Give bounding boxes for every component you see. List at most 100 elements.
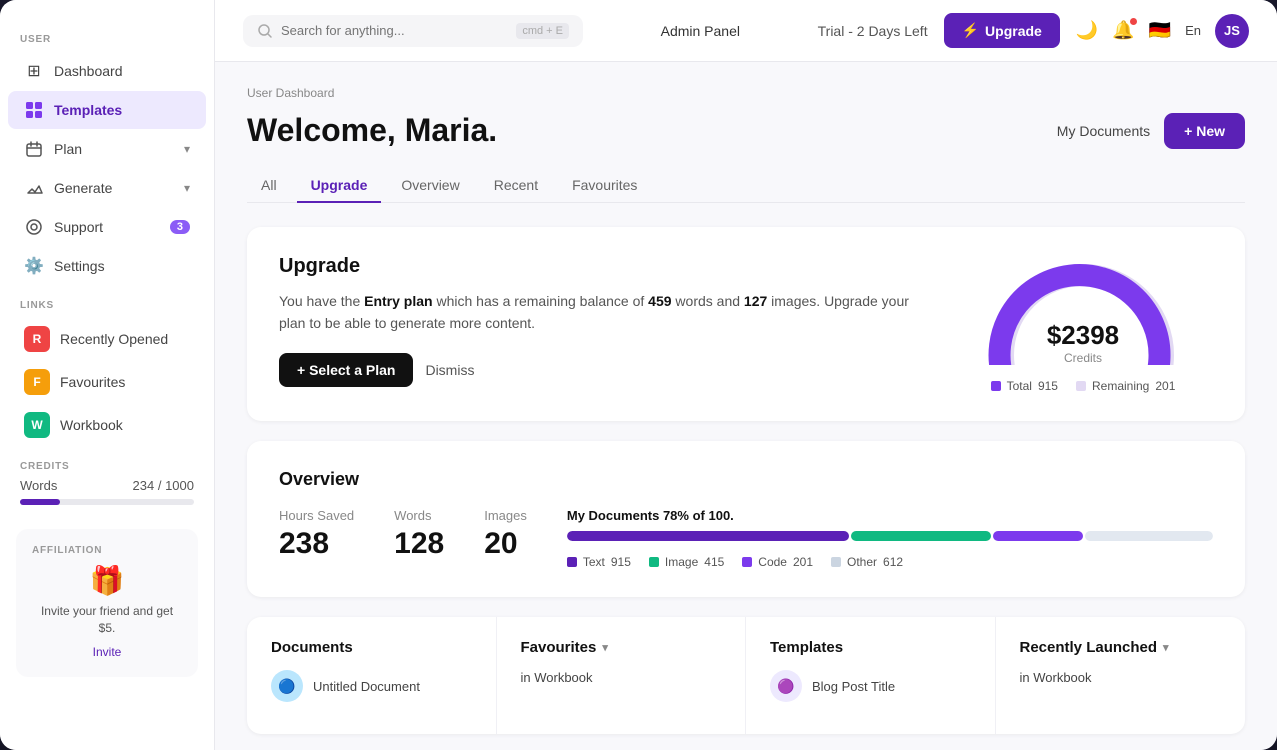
donut-credits-label: Credits: [1047, 351, 1119, 365]
favourite-sub: in Workbook: [521, 670, 593, 685]
bar-text-segment: [567, 531, 849, 541]
sidebar-section-links: LINKS R Recently Opened F Favourites W W…: [0, 286, 214, 447]
other-label: Other: [847, 555, 877, 569]
favourites-avatar: F: [24, 369, 50, 395]
document-info: Untitled Document: [313, 679, 420, 694]
header-actions: 🌙 🔔 🇩🇪 En JS: [1076, 14, 1249, 48]
images-count-text: 127: [744, 293, 767, 309]
overview-docs: My Documents 78% of 100.: [567, 508, 1213, 569]
sidebar-item-label-generate: Generate: [54, 180, 112, 196]
image-label: Image: [665, 555, 698, 569]
recently-launched-sub: in Workbook: [1020, 670, 1092, 685]
tab-overview[interactable]: Overview: [387, 169, 473, 203]
affiliation-box: AFFILIATION 🎁 Invite your friend and get…: [16, 529, 198, 677]
sidebar-item-label-settings: Settings: [54, 258, 105, 274]
sidebar-item-label-plan: Plan: [54, 141, 82, 157]
sidebar-item-support[interactable]: Support 3: [8, 208, 206, 246]
sidebar-item-templates[interactable]: Templates: [8, 91, 206, 129]
legend-image: Image 415: [649, 555, 724, 569]
stat-images-value: 20: [484, 527, 527, 561]
words-count-text: 459: [648, 293, 671, 309]
code-label: Code: [758, 555, 787, 569]
upgrade-header-button[interactable]: ⚡ Upgrade: [944, 13, 1060, 48]
legend-code: Code 201: [742, 555, 813, 569]
lightning-icon: ⚡: [962, 22, 979, 39]
legend-total: Total 915: [991, 379, 1058, 393]
new-button[interactable]: + New: [1164, 113, 1245, 149]
my-documents-link[interactable]: My Documents: [1057, 123, 1150, 139]
invite-button[interactable]: Invite: [93, 645, 122, 659]
upgrade-left: Upgrade You have the Entry plan which ha…: [279, 255, 921, 387]
legend-remaining-dot: [1076, 381, 1086, 391]
sidebar-item-settings[interactable]: ⚙️ Settings: [8, 247, 206, 285]
favourite-item: in Workbook: [521, 670, 722, 685]
chart-legend: Total 915 Remaining 201: [991, 379, 1176, 393]
stat-images: Images 20: [484, 508, 527, 561]
legend-total-value: 915: [1038, 379, 1058, 393]
user-avatar[interactable]: JS: [1215, 14, 1249, 48]
affiliation-text: Invite your friend and get $5.: [32, 603, 182, 637]
sidebar-link-workbook[interactable]: W Workbook: [8, 404, 206, 446]
recently-launched-item: in Workbook: [1020, 670, 1222, 685]
tab-recent[interactable]: Recent: [480, 169, 552, 203]
template-info: Blog Post Title: [812, 679, 895, 694]
sidebar-link-favourites[interactable]: F Favourites: [8, 361, 206, 403]
legend-total-dot: [991, 381, 1001, 391]
header-center: Admin Panel: [599, 23, 802, 39]
text-value: 915: [611, 555, 631, 569]
donut-amount: $2398: [1047, 320, 1119, 351]
docs-label-text: My Documents: [567, 508, 659, 523]
document-avatar: 🔵: [271, 670, 303, 702]
legend-remaining-label: Remaining: [1092, 379, 1149, 393]
bottom-section: Documents 🔵 Untitled Document Favourites…: [247, 617, 1245, 734]
docs-of-text: of 100.: [693, 508, 734, 523]
bell-icon[interactable]: 🔔: [1112, 20, 1134, 41]
tab-favourites[interactable]: Favourites: [558, 169, 651, 203]
workbook-label: Workbook: [60, 417, 123, 433]
tab-all[interactable]: All: [247, 169, 291, 203]
docs-bar-label: My Documents 78% of 100.: [567, 508, 1213, 523]
bottom-col-documents: Documents 🔵 Untitled Document: [247, 617, 497, 734]
template-title: Blog Post Title: [812, 679, 895, 694]
select-plan-button[interactable]: + Select a Plan: [279, 353, 413, 387]
legend-remaining-value: 201: [1155, 379, 1175, 393]
content-area: User Dashboard Welcome, Maria. My Docume…: [215, 62, 1277, 750]
bar-image-segment: [851, 531, 992, 541]
search-shortcut: cmd + E: [516, 23, 569, 39]
trial-label: Trial - 2 Days Left: [818, 23, 928, 39]
legend-remaining: Remaining 201: [1076, 379, 1175, 393]
sidebar-section-label-user: USER: [0, 20, 214, 51]
sidebar-item-plan[interactable]: Plan ▾: [8, 130, 206, 168]
sidebar-link-recently-opened[interactable]: R Recently Opened: [8, 318, 206, 360]
tab-upgrade[interactable]: Upgrade: [297, 169, 382, 203]
document-title: Untitled Document: [313, 679, 420, 694]
overview-content: Hours Saved 238 Words 128 Images 20: [279, 508, 1213, 569]
upgrade-actions: + Select a Plan Dismiss: [279, 353, 921, 387]
affiliation-label: AFFILIATION: [32, 545, 182, 564]
upgrade-card-inner: Upgrade You have the Entry plan which ha…: [279, 255, 1213, 393]
search-input[interactable]: [281, 23, 508, 38]
stat-words-label: Words: [394, 508, 444, 523]
overview-stats: Hours Saved 238 Words 128 Images 20: [279, 508, 527, 561]
moon-icon[interactable]: 🌙: [1076, 20, 1098, 41]
search-box: cmd + E: [243, 15, 583, 47]
recently-opened-label: Recently Opened: [60, 331, 168, 347]
support-badge: 3: [170, 220, 190, 234]
overview-title: Overview: [279, 469, 1213, 490]
bar-code-segment: [993, 531, 1083, 541]
sidebar-item-dashboard[interactable]: ⊞ Dashboard: [8, 52, 206, 90]
bottom-col-documents-title: Documents: [271, 639, 472, 656]
sidebar-item-generate[interactable]: Generate ▾: [8, 169, 206, 207]
upgrade-title: Upgrade: [279, 255, 921, 278]
stat-hours-value: 238: [279, 527, 354, 561]
stat-hours-saved: Hours Saved 238: [279, 508, 354, 561]
header: cmd + E Admin Panel Trial - 2 Days Left …: [215, 0, 1277, 62]
lang-label[interactable]: En: [1185, 23, 1201, 38]
other-value: 612: [883, 555, 903, 569]
workbook-avatar: W: [24, 412, 50, 438]
upgrade-card: Upgrade You have the Entry plan which ha…: [247, 227, 1245, 421]
legend-text: Text 915: [567, 555, 631, 569]
dismiss-button[interactable]: Dismiss: [425, 362, 474, 378]
sidebar-section-user: USER ⊞ Dashboard Templates: [0, 20, 214, 286]
credits-row: Words 234 / 1000: [20, 478, 194, 493]
